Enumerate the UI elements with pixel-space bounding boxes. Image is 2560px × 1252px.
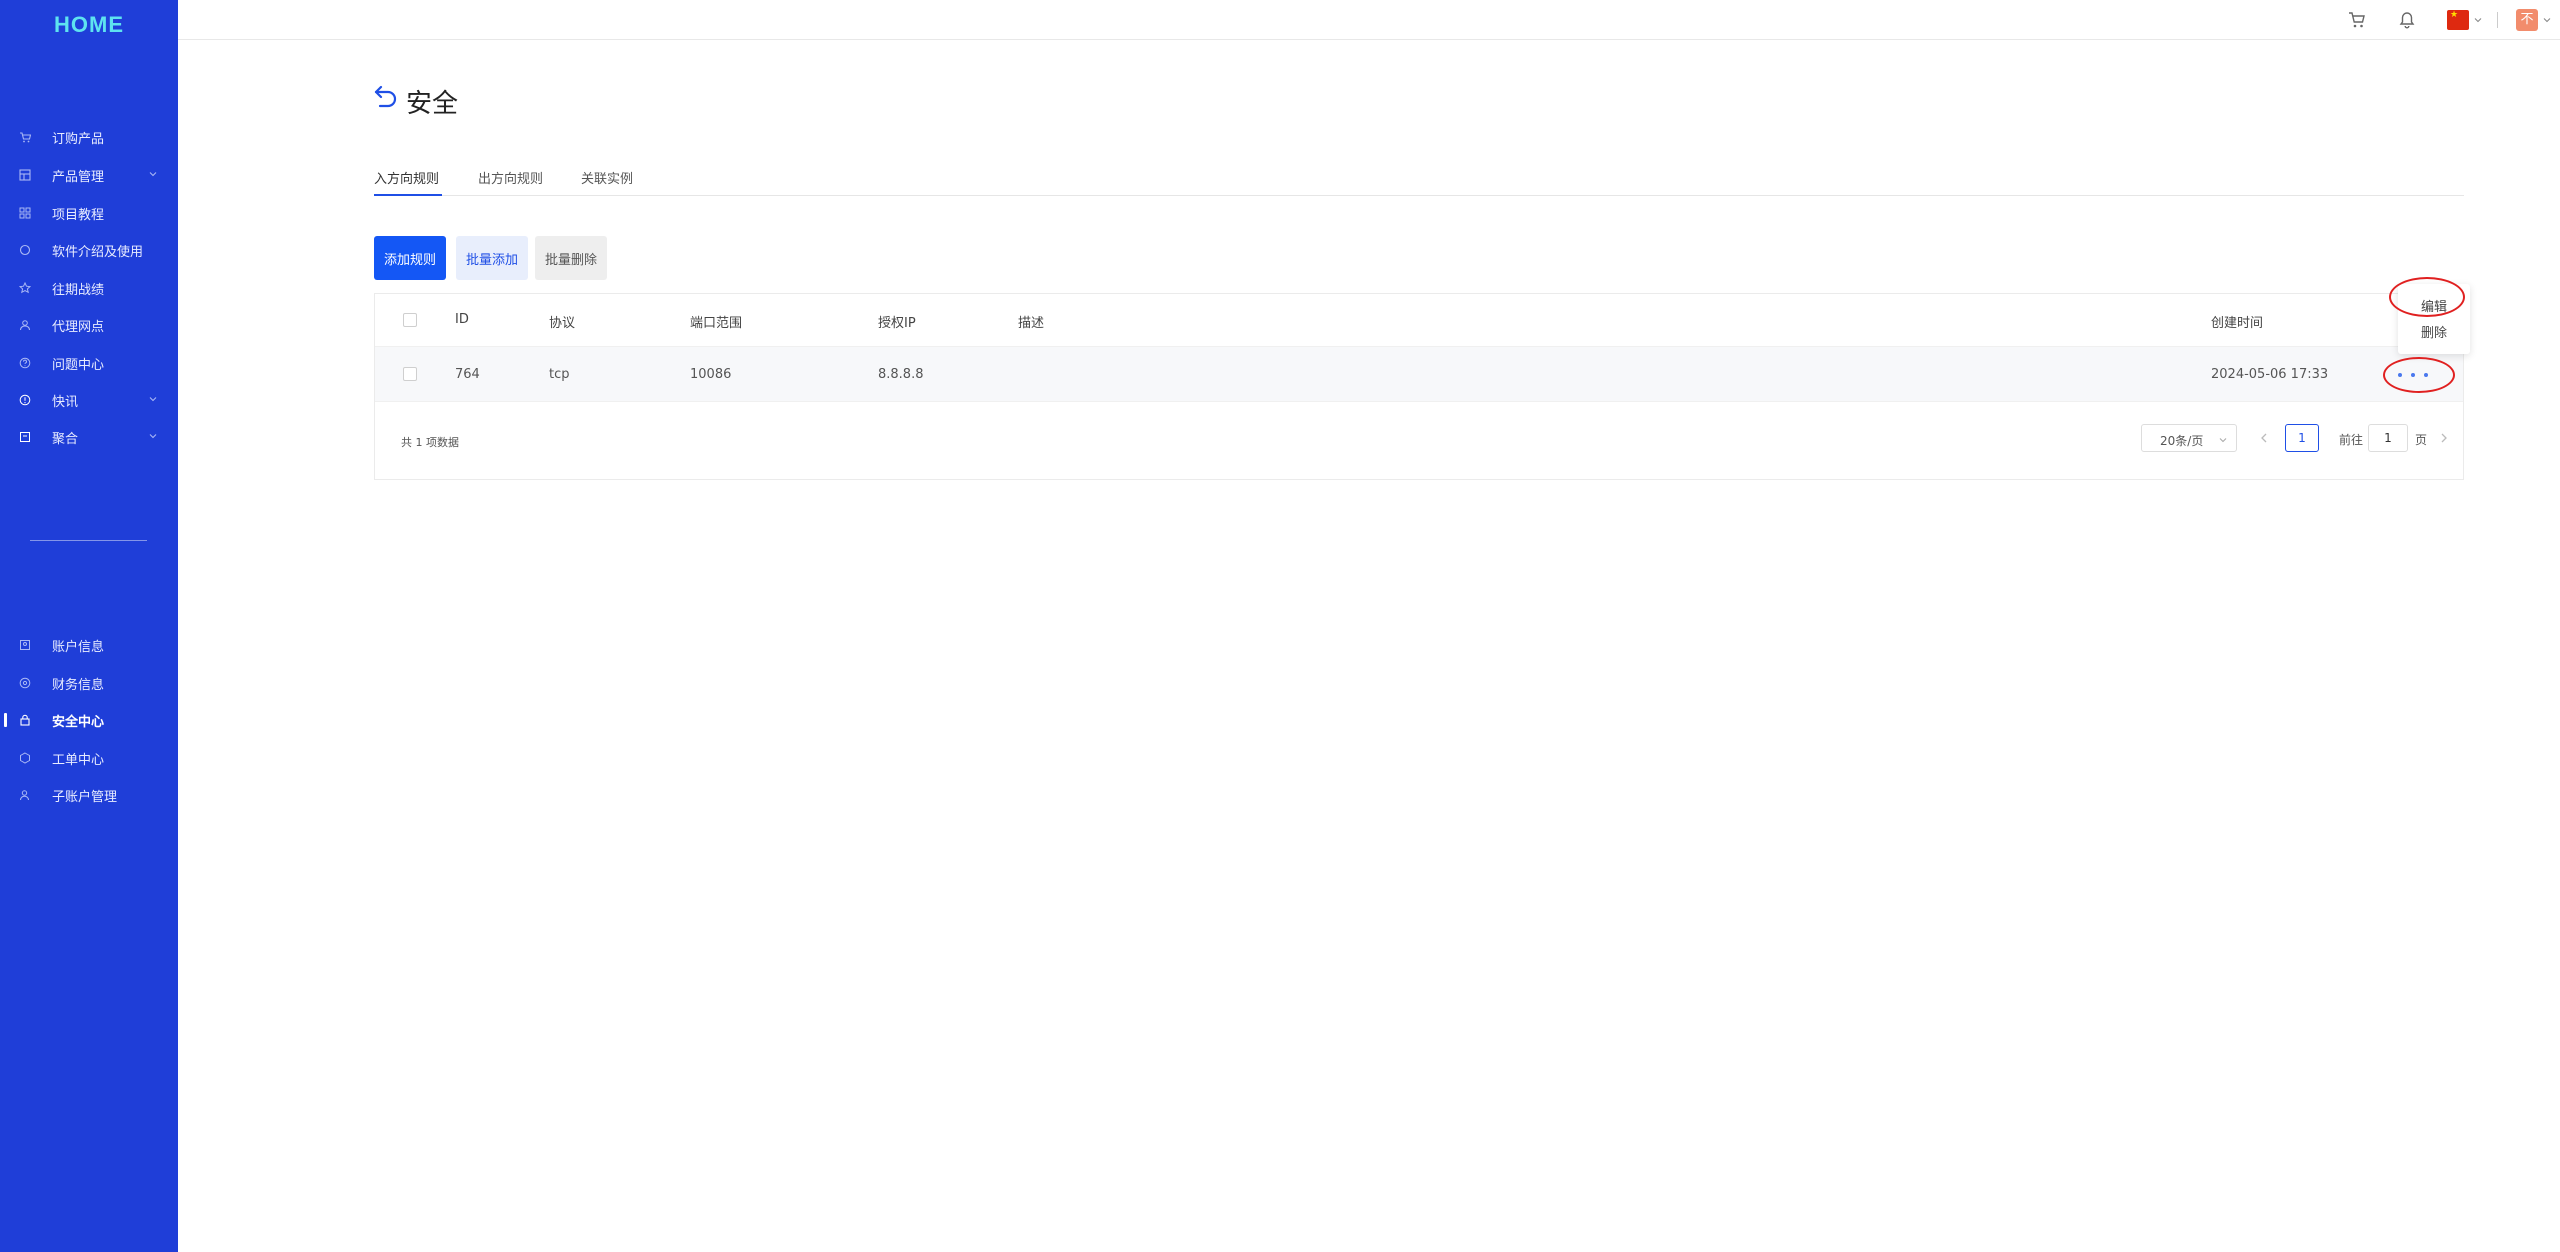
column-header-protocol: 协议 — [549, 316, 576, 331]
sidebar-item-security[interactable]: 安全中心 — [0, 705, 178, 735]
sidebar-item-agent[interactable]: 代理网点 — [0, 310, 178, 340]
prev-page-icon[interactable] — [2255, 428, 2273, 448]
top-bar — [178, 0, 2560, 40]
star-icon — [18, 281, 32, 295]
batch-delete-button[interactable]: 批量删除 — [535, 236, 607, 280]
chevron-down-icon[interactable] — [2540, 8, 2554, 32]
sidebar-item-news[interactable]: 快讯 — [0, 385, 178, 415]
sidebar-item-tickets[interactable]: 工单中心 — [0, 743, 178, 773]
cell-port-range: 10086 — [690, 367, 732, 382]
sidebar-item-help[interactable]: 问题中心 — [0, 348, 178, 378]
tab-associated-instances[interactable]: 关联实例 — [581, 168, 633, 187]
sidebar-item-label: 问题中心 — [52, 357, 105, 373]
sidebar-item-label: 订购产品 — [52, 131, 105, 147]
sidebar-item-subaccount[interactable]: 子账户管理 — [0, 780, 178, 810]
tab-inbound-rules[interactable]: 入方向规则 — [374, 168, 439, 187]
subaccount-icon — [18, 788, 32, 802]
column-header-id: ID — [455, 312, 469, 327]
chevron-down-icon — [148, 393, 160, 405]
table-row: 764 tcp 10086 8.8.8.8 2024-05-06 17:33 — [375, 346, 2463, 402]
alert-icon — [18, 393, 32, 407]
column-header-port-range: 端口范围 — [690, 316, 743, 331]
sidebar-item-label: 代理网点 — [52, 319, 105, 335]
sidebar-item-label: 项目教程 — [52, 207, 105, 223]
cell-created: 2024-05-06 17:33 — [2211, 367, 2329, 382]
cell-protocol: tcp — [549, 367, 570, 382]
page-size-select[interactable]: 20条/页 — [2141, 424, 2237, 452]
sidebar-item-history[interactable]: 往期战绩 — [0, 273, 178, 303]
add-rule-button[interactable]: 添加规则 — [374, 236, 446, 280]
avatar[interactable]: 不 — [2516, 9, 2538, 31]
chevron-down-icon[interactable] — [2471, 8, 2485, 32]
back-icon[interactable] — [372, 82, 400, 110]
active-indicator — [4, 713, 7, 727]
column-header-authorized-ip: 授权IP — [878, 316, 916, 331]
row-checkbox[interactable] — [403, 367, 417, 381]
server-icon — [18, 168, 32, 182]
sidebar-divider — [30, 540, 147, 541]
grid-icon — [18, 206, 32, 220]
finance-icon — [18, 676, 32, 690]
cart-icon[interactable] — [2345, 8, 2369, 32]
bell-icon[interactable] — [2395, 8, 2419, 32]
sidebar-item-aggregate[interactable]: 聚合 — [0, 422, 178, 452]
select-all-checkbox[interactable] — [403, 313, 417, 327]
sidebar-item-label: 软件介绍及使用 — [52, 244, 144, 260]
column-header-description: 描述 — [1018, 316, 1045, 331]
sidebar-item-label: 产品管理 — [52, 169, 105, 185]
calendar-icon — [18, 430, 32, 444]
ticket-icon — [18, 751, 32, 765]
sidebar-item-label: 子账户管理 — [52, 789, 118, 805]
sidebar-item-label: 聚合 — [52, 431, 79, 447]
table-header: ID 协议 端口范围 授权IP 描述 创建时间 — [375, 294, 2463, 346]
active-tab-indicator — [374, 194, 442, 196]
logo[interactable]: HOME — [0, 12, 178, 38]
chevron-down-icon — [2218, 434, 2228, 444]
menu-item-delete[interactable]: 删除 — [2398, 322, 2470, 341]
sidebar-item-order[interactable]: 订购产品 — [0, 122, 178, 152]
sidebar-item-finance[interactable]: 财务信息 — [0, 668, 178, 698]
page-unit-label: 页 — [2415, 433, 2428, 447]
page-title: 安全 — [406, 89, 459, 119]
tab-outbound-rules[interactable]: 出方向规则 — [478, 168, 543, 187]
page-size-value: 20条/页 — [2160, 434, 2204, 448]
topbar-divider — [2497, 12, 2498, 28]
cell-id: 764 — [455, 367, 480, 382]
tab-bar: 入方向规则 出方向规则 关联实例 — [374, 164, 2464, 196]
goto-page-input[interactable] — [2368, 424, 2408, 452]
cart-icon — [18, 130, 32, 144]
chevron-down-icon — [148, 168, 160, 180]
agent-icon — [18, 318, 32, 332]
language-flag-icon[interactable]: ★ — [2447, 10, 2469, 30]
total-count: 共 1 项数据 — [401, 436, 459, 449]
rules-table: ID 协议 端口范围 授权IP 描述 创建时间 764 tcp 10086 8.… — [374, 293, 2464, 480]
page-number-button[interactable]: 1 — [2285, 424, 2319, 452]
chevron-down-icon — [148, 430, 160, 442]
sidebar-item-software[interactable]: 软件介绍及使用 — [0, 235, 178, 265]
sidebar-item-label: 财务信息 — [52, 677, 105, 693]
sidebar-item-label: 安全中心 — [52, 714, 105, 730]
goto-label: 前往 — [2339, 433, 2364, 447]
column-header-created: 创建时间 — [2211, 316, 2264, 331]
sidebar-item-tutorial[interactable]: 项目教程 — [0, 198, 178, 228]
batch-add-button[interactable]: 批量添加 — [456, 236, 528, 280]
sidebar: HOME 订购产品 产品管理 项目教程 软件介绍及使用 往期战绩 代理网点 问题… — [0, 0, 178, 1252]
sidebar-item-label: 账户信息 — [52, 639, 105, 655]
annotation-circle-edit — [2389, 277, 2465, 317]
sidebar-item-product-management[interactable]: 产品管理 — [0, 160, 178, 190]
sidebar-item-label: 工单中心 — [52, 752, 105, 768]
help-icon — [18, 356, 32, 370]
circle-icon — [18, 243, 32, 257]
account-icon — [18, 638, 32, 652]
sidebar-item-label: 快讯 — [52, 394, 79, 410]
annotation-circle-more — [2383, 357, 2455, 393]
sidebar-item-account[interactable]: 账户信息 — [0, 630, 178, 660]
cell-authorized-ip: 8.8.8.8 — [878, 367, 924, 382]
lock-icon — [18, 713, 32, 727]
sidebar-item-label: 往期战绩 — [52, 282, 105, 298]
next-page-icon[interactable] — [2435, 428, 2453, 448]
